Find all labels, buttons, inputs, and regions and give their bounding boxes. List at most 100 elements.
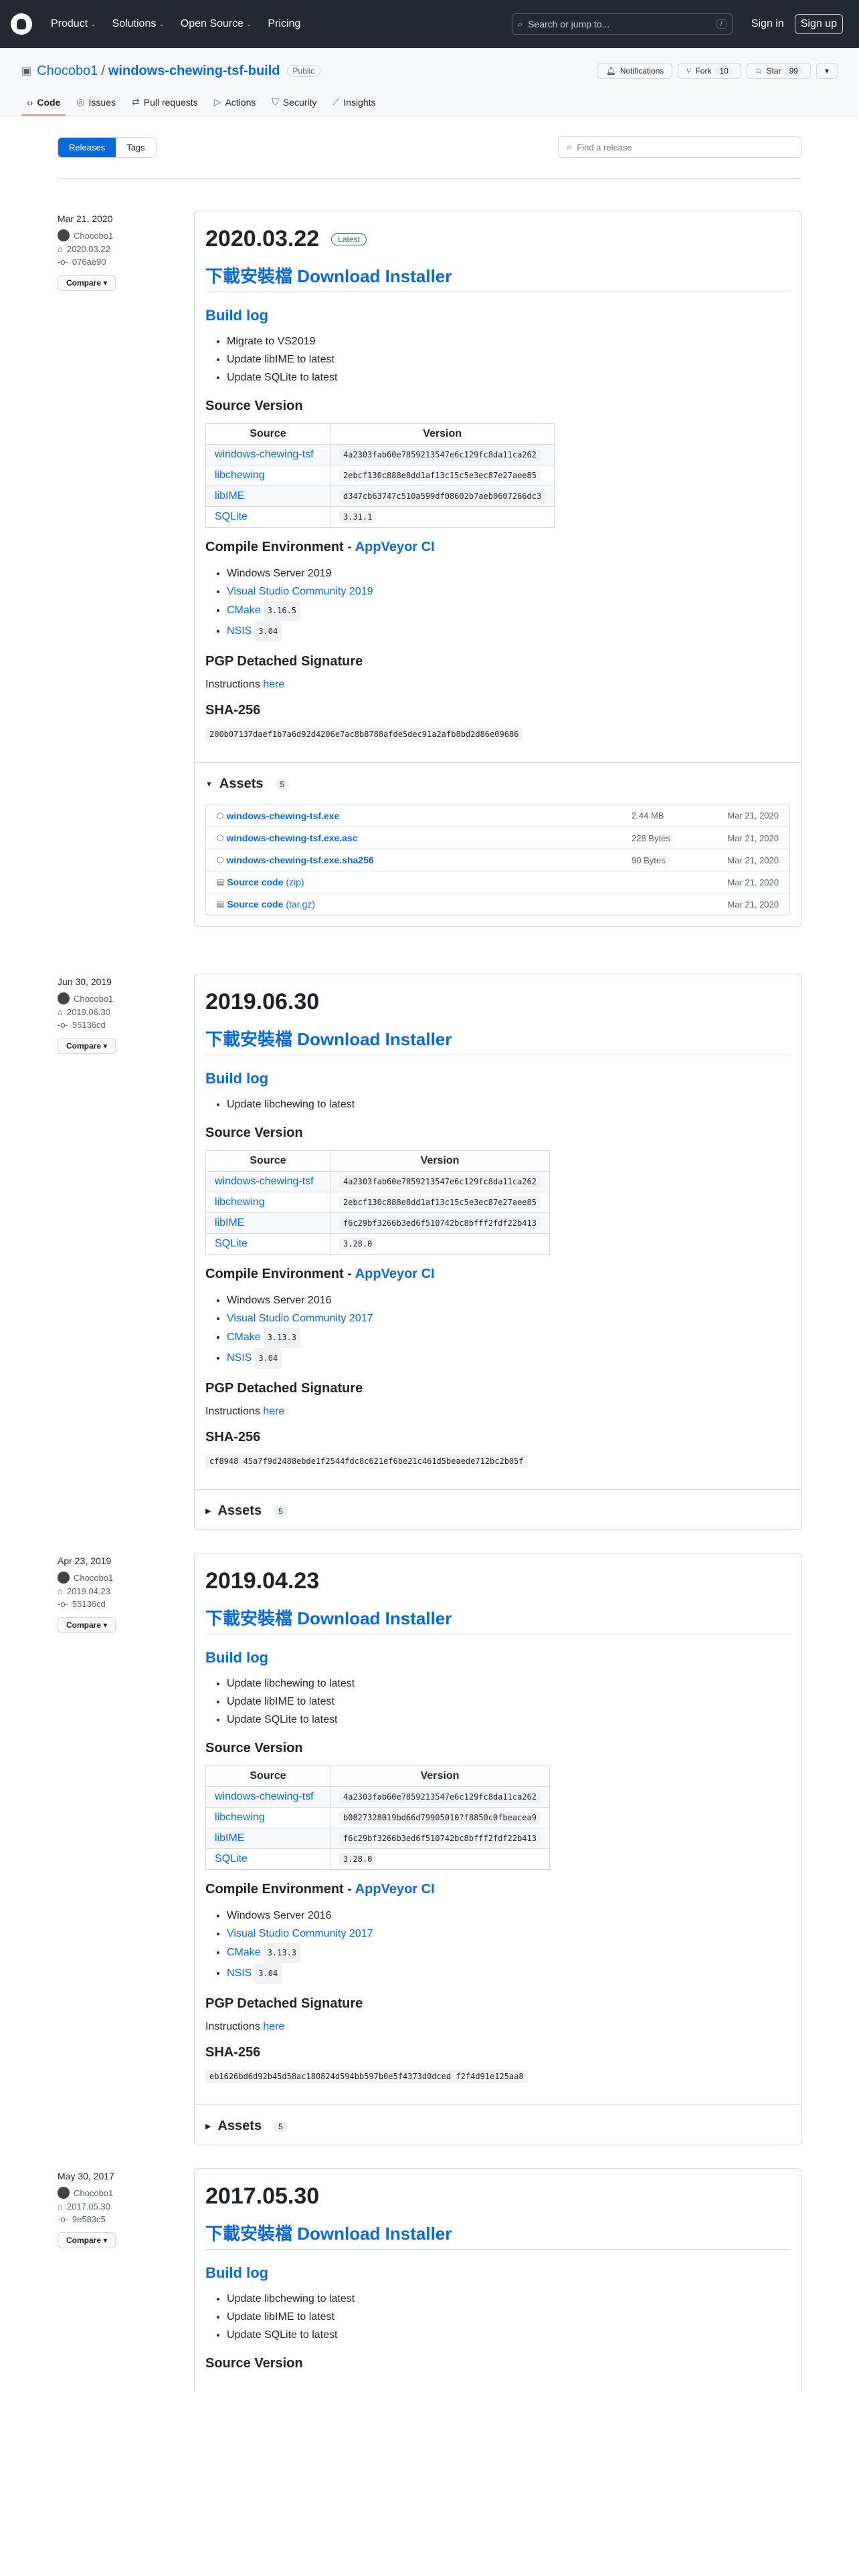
tab-issues[interactable]: ◎ Issues	[71, 90, 121, 116]
appveyor-link[interactable]: AppVeyor CI	[355, 1267, 435, 1281]
chevron-down-icon: ⌄	[90, 20, 96, 28]
nav-product[interactable]: Product ⌄	[51, 18, 96, 30]
repo-owner-link[interactable]: Chocobo1	[37, 64, 98, 79]
release-author[interactable]: Chocobo1	[58, 2187, 194, 2199]
repo-separator: /	[101, 63, 105, 78]
release-title[interactable]: 2020.03.22	[205, 226, 319, 252]
star-button[interactable]: ☆ Star 99	[746, 63, 811, 79]
download-installer-heading[interactable]: 下載安裝檔 Download Installer	[205, 1605, 790, 1634]
env-link[interactable]: NSIS	[227, 625, 252, 637]
source-link[interactable]: libIME	[215, 1832, 244, 1844]
release-tag[interactable]: ⌂ 2019.04.23	[58, 1586, 194, 1596]
release-author[interactable]: Chocobo1	[58, 992, 194, 1004]
env-link[interactable]: Visual Studio Community 2017	[227, 1313, 373, 1324]
source-link[interactable]: libchewing	[215, 1196, 265, 1208]
asset-row: ⬡ windows-chewing-tsf.exe.sha256 90 Bytes…	[206, 849, 789, 871]
compare-button[interactable]: Compare ▾	[58, 275, 116, 291]
star-dropdown-button[interactable]: ▾	[816, 63, 838, 79]
sign-up-button[interactable]: Sign up	[794, 14, 843, 34]
release-title[interactable]: 2019.06.30	[205, 989, 319, 1015]
build-log-list: Update libchewing to latest	[205, 1095, 790, 1113]
release-body: 2017.05.30 下載安裝檔 Download Installer Buil…	[195, 2169, 801, 2391]
tab-security[interactable]: ⛉ Security	[266, 90, 322, 116]
release-commit[interactable]: -o- 9e583c5	[58, 2214, 194, 2224]
nav-pricing[interactable]: Pricing	[268, 18, 300, 30]
release-title[interactable]: 2019.04.23	[205, 1568, 319, 1594]
source-link[interactable]: windows-chewing-tsf	[215, 1176, 314, 1187]
asset-link[interactable]: ⬡ windows-chewing-tsf.exe	[217, 811, 632, 821]
release-2020-03-22: Mar 21, 2020 Chocobo1 ⌂ 2020.03.22 -o- 076…	[58, 179, 801, 927]
sha256-heading: SHA-256	[205, 2045, 261, 2060]
tab-actions[interactable]: ▷ Actions	[209, 90, 262, 116]
compare-button[interactable]: Compare ▾	[58, 1038, 116, 1054]
source-link[interactable]: windows-chewing-tsf	[215, 449, 314, 460]
env-link[interactable]: CMake	[227, 605, 261, 616]
env-link[interactable]: CMake	[227, 1331, 261, 1343]
source-link[interactable]: SQLite	[215, 511, 248, 522]
instructions-link[interactable]: here	[263, 679, 284, 690]
build-log-link[interactable]: Build log	[205, 1649, 790, 1667]
tag-icon: ⌂	[58, 244, 63, 254]
asset-link[interactable]: ⬡ windows-chewing-tsf.exe.asc	[217, 833, 632, 843]
source-link[interactable]: libchewing	[215, 469, 265, 481]
download-installer-heading[interactable]: 下載安裝檔 Download Installer	[205, 263, 790, 292]
appveyor-link[interactable]: AppVeyor CI	[355, 1882, 435, 1897]
source-link[interactable]: libIME	[215, 1217, 244, 1228]
source-link[interactable]: SQLite	[215, 1853, 248, 1864]
appveyor-link[interactable]: AppVeyor CI	[355, 540, 435, 554]
sign-in-link[interactable]: Sign in	[751, 18, 784, 30]
asset-link[interactable]: ▤ Source code (tar.gz)	[217, 899, 632, 909]
release-tag[interactable]: ⌂ 2019.06.30	[58, 1007, 194, 1017]
build-log-link[interactable]: Build log	[205, 1070, 790, 1087]
tags-button[interactable]: Tags	[116, 137, 156, 157]
assets-toggle[interactable]: ▼ Assets 5	[205, 776, 790, 792]
source-link[interactable]: windows-chewing-tsf	[215, 1791, 314, 1802]
release-tag[interactable]: ⌂ 2020.03.22	[58, 244, 194, 254]
pgp-heading: PGP Detached Signature	[205, 654, 363, 669]
compare-button[interactable]: Compare ▾	[58, 2232, 116, 2248]
tab-pull-requests[interactable]: ⇄ Pull requests	[126, 90, 203, 116]
env-link[interactable]: NSIS	[227, 1967, 252, 1979]
build-log-link[interactable]: Build log	[205, 2264, 790, 2282]
package-icon: ⬡	[217, 833, 224, 843]
instructions-link[interactable]: here	[263, 1406, 284, 1417]
env-link[interactable]: Visual Studio Community 2019	[227, 586, 373, 597]
source-version-heading: Source Version	[205, 399, 303, 413]
source-link[interactable]: SQLite	[215, 1238, 248, 1249]
tab-insights[interactable]: ⟋ Insights	[327, 90, 381, 116]
release-commit[interactable]: -o- 55136cd	[58, 1020, 194, 1030]
repo-name-link[interactable]: windows-chewing-tsf-build	[108, 64, 280, 79]
release-author[interactable]: Chocobo1	[58, 229, 194, 241]
source-link[interactable]: libIME	[215, 490, 244, 502]
source-link[interactable]: libchewing	[215, 1812, 265, 1823]
assets-toggle[interactable]: ▶ Assets 5	[205, 2119, 790, 2134]
releases-button[interactable]: Releases	[58, 137, 116, 157]
github-logo-icon[interactable]	[11, 13, 32, 35]
tab-code[interactable]: ‹› Code	[21, 90, 66, 116]
release-commit[interactable]: -o- 076ae90	[58, 257, 194, 267]
list-item: Migrate to VS2019	[227, 332, 790, 350]
fork-button[interactable]: ⑂ Fork 10	[678, 63, 741, 79]
search-input[interactable]: ⌕ Search or jump to... /	[511, 13, 733, 35]
compare-button[interactable]: Compare ▾	[58, 1617, 116, 1633]
env-link[interactable]: NSIS	[227, 1352, 252, 1364]
build-log-list: Update libchewing to latest Update libIM…	[205, 1675, 790, 1729]
release-commit[interactable]: -o- 55136cd	[58, 1599, 194, 1609]
download-installer-heading[interactable]: 下載安裝檔 Download Installer	[205, 1026, 790, 1055]
release-author[interactable]: Chocobo1	[58, 1572, 194, 1584]
release-title[interactable]: 2017.05.30	[205, 2183, 319, 2210]
find-release-input[interactable]: ⌕ Find a release	[558, 136, 801, 158]
nav-solutions[interactable]: Solutions ⌄	[112, 18, 165, 30]
nav-open-source[interactable]: Open Source ⌄	[181, 18, 252, 30]
instructions-link[interactable]: here	[263, 2021, 284, 2032]
notifications-button[interactable]: 🔔︎ Notifications	[597, 63, 673, 79]
asset-row: ▤ Source code (zip) Mar 21, 2020	[206, 871, 789, 893]
asset-link[interactable]: ▤ Source code (zip)	[217, 877, 632, 887]
build-log-link[interactable]: Build log	[205, 307, 790, 324]
asset-link[interactable]: ⬡ windows-chewing-tsf.exe.sha256	[217, 855, 632, 865]
assets-toggle[interactable]: ▶ Assets 5	[205, 1503, 790, 1519]
env-link[interactable]: Visual Studio Community 2017	[227, 1928, 373, 1939]
release-tag[interactable]: ⌂ 2017.05.30	[58, 2202, 194, 2212]
download-installer-heading[interactable]: 下載安裝檔 Download Installer	[205, 2220, 790, 2250]
env-link[interactable]: CMake	[227, 1947, 261, 1958]
